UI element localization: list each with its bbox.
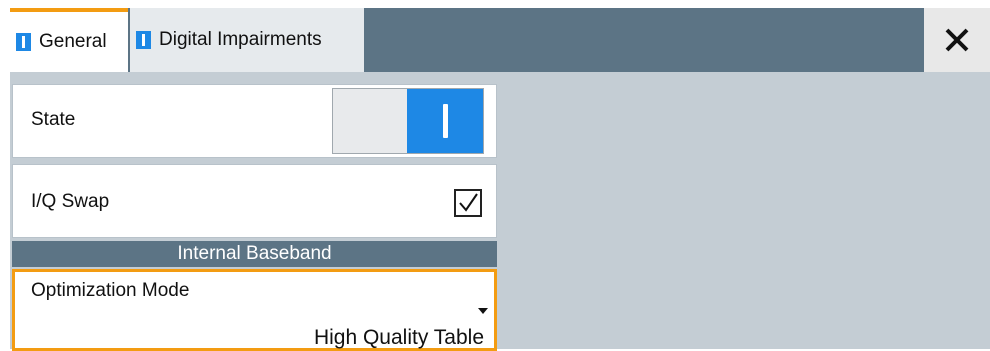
tab-general[interactable]: General — [10, 8, 128, 72]
tab-bar: General Digital Impairments — [10, 8, 990, 72]
state-row: State — [12, 84, 497, 158]
state-label: State — [31, 109, 76, 130]
check-icon — [459, 193, 478, 212]
tab-general-label: General — [39, 31, 107, 52]
close-button[interactable] — [924, 8, 990, 72]
section-header: Internal Baseband — [12, 241, 497, 267]
tab-digital-impairments-indicator-icon — [136, 31, 151, 49]
tab-digital-impairments[interactable]: Digital Impairments — [130, 8, 364, 72]
iq-swap-checkbox[interactable] — [454, 189, 482, 217]
toggle-on-indicator — [407, 89, 483, 153]
optimization-mode-value: High Quality Table — [313, 326, 484, 349]
state-toggle[interactable] — [332, 88, 484, 154]
optimization-mode-select[interactable]: Optimization Mode High Quality Table — [12, 269, 497, 351]
dialog: General Digital Impairments State I/Q Sw… — [10, 8, 990, 351]
optimization-mode-label: Optimization Mode — [31, 280, 190, 301]
tab-general-indicator-icon — [16, 33, 31, 51]
iq-swap-label: I/Q Swap — [31, 191, 110, 212]
close-icon — [945, 28, 969, 52]
chevron-down-icon — [478, 308, 488, 314]
iq-swap-row: I/Q Swap — [12, 164, 497, 238]
tab-digital-impairments-label: Digital Impairments — [159, 29, 322, 50]
